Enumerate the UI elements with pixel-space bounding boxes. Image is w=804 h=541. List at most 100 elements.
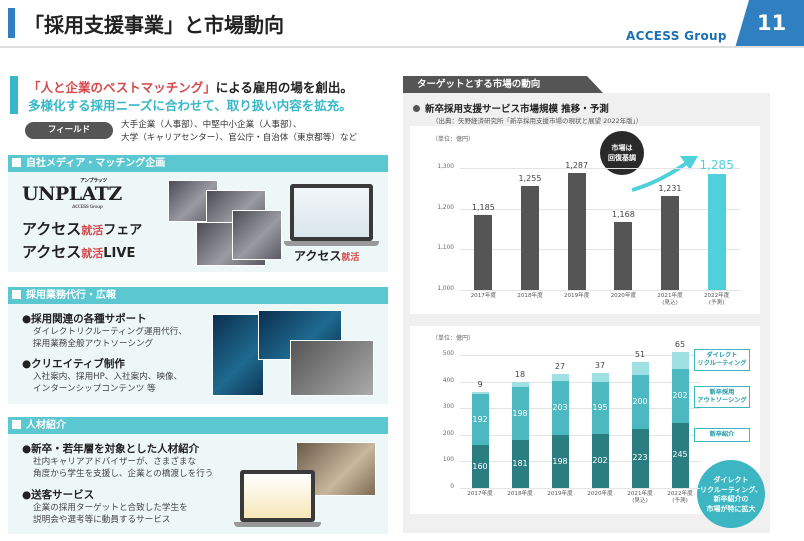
bubble-growth-4: 市場が特に拡大 <box>706 504 756 513</box>
page-number: 11 <box>757 11 787 35</box>
gridline <box>460 381 700 383</box>
x-tick-label: 2017年度 <box>467 491 493 497</box>
bar <box>661 196 679 290</box>
market-tab: ターゲットとする市場の動向 <box>403 76 603 93</box>
legend-label: 新卒採用 アウトソーシング <box>694 386 750 408</box>
lead-quote: 「人と企業のベストマッチング」 <box>28 80 216 95</box>
y-tick-label: 200 <box>442 430 454 437</box>
fair-main: アクセス <box>22 220 82 238</box>
y-tick-label: 1,200 <box>437 204 454 211</box>
y-tick-label: 1,000 <box>437 286 454 292</box>
x-tick-label: 2019年度 <box>547 491 573 497</box>
segment-label: 160 <box>472 461 488 471</box>
segment-label: 223 <box>632 453 648 463</box>
x-tick-label: 2017年度 <box>470 293 497 299</box>
field-badge: フィールド <box>25 122 113 139</box>
square-icon <box>12 290 21 299</box>
fair-red: 就活 <box>81 224 104 237</box>
segment-label: 9 <box>477 379 483 389</box>
gridline <box>460 290 740 291</box>
bar <box>707 174 726 290</box>
segment-label: 202 <box>672 390 688 400</box>
laptop-base-2 <box>234 522 321 527</box>
data-label: 1,168 <box>611 209 635 219</box>
recruit-sub-1a: ダイレクトリクルーティング運用代行、 <box>33 327 187 337</box>
recruit-sub-1b: 採用業務全般アウトソーシング <box>33 339 154 349</box>
recruit-bullet-2: ●クリエイティブ制作 <box>22 358 125 370</box>
y-tick-label: 1,300 <box>437 164 454 170</box>
lead-accent-bar <box>10 76 18 114</box>
section-media-title: 自社メディア・マッチング企画 <box>26 158 166 169</box>
placement-sub-1b: 角度から学生を支援し、企業との橋渡しを行う <box>33 469 214 479</box>
segment-label: 37 <box>594 360 606 370</box>
placement-bullet-1: ●新卒・若年層を対象とした人材紹介 <box>22 443 200 455</box>
stacked-segment <box>551 374 569 382</box>
field-text: 大手企業（人事部）、中堅中小企業（人事部）、 大学（キャリアセンター）、官公庁・自… <box>121 119 357 145</box>
placement-sub-1a: 社内キャリアアドバイザーが、さまざまな <box>33 457 197 467</box>
header: 「採用支援事業」と市場動向 ACCESS Group 11 <box>0 0 804 48</box>
section-media-header: 自社メディア・マッチング企画 <box>8 155 388 172</box>
access-fair-logo: アクセス就活フェア <box>22 218 142 239</box>
laptop-image-2 <box>234 470 321 527</box>
section-placement-header: 人材紹介 <box>8 417 388 434</box>
chart-2-unit: （単位：億円） <box>432 335 475 342</box>
legend-label: 新卒紹介 <box>694 428 750 442</box>
stacked-segment <box>631 361 649 376</box>
segment-label: 18 <box>514 370 526 380</box>
square-icon <box>12 158 21 167</box>
live-main: アクセス <box>22 243 82 261</box>
stacked-segment <box>511 382 529 388</box>
x-tick-label: 2021年度 (見込) <box>627 491 653 504</box>
bubble-growth: ダイレクト リクルーティング、 新卒紹介の 市場が特に拡大 <box>697 460 765 528</box>
laptop-screen <box>294 188 369 237</box>
y-tick-label: 300 <box>442 404 454 411</box>
access-live-logo: アクセス就活LIVE <box>22 241 135 262</box>
recruit-bullet-1: ●採用関連の各種サポート <box>22 313 147 325</box>
section-placement-title: 人材紹介 <box>26 420 66 431</box>
page-title: 「採用支援事業」と市場動向 <box>24 13 284 37</box>
x-tick-label: 2019年度 <box>563 293 590 299</box>
data-label: 1,287 <box>565 161 589 171</box>
unplatz-logo: UNPLATZ アンプラッツ ACCESS Group <box>22 178 122 210</box>
bar <box>614 221 633 290</box>
legend-label: ダイレクト リクルーティング <box>694 349 750 371</box>
segment-label: 202 <box>592 456 608 466</box>
laptop-base <box>284 241 379 246</box>
segment-label: 203 <box>552 403 568 413</box>
placement-sub-2a: 企業の採用ターゲットと合致した学生を <box>33 503 188 513</box>
recruit-sub-2a: 入社案内、採用HP、入社案内、映像、 <box>33 372 183 382</box>
laptop-logo-main: アクセス <box>294 249 342 263</box>
bubble-growth-2: リクルーティング、 <box>700 485 762 494</box>
laptop-logo: アクセス就活 <box>294 247 359 264</box>
data-label: 1,185 <box>471 202 495 212</box>
segment-label: 192 <box>472 414 488 424</box>
y-tick-label: 100 <box>442 457 454 464</box>
segment-label: 181 <box>512 458 528 468</box>
x-tick-label: 2018年度 <box>517 293 543 299</box>
bubble-recovery-2: 回復基調 <box>608 154 636 162</box>
chart-1-unit: （単位：億円） <box>432 136 475 143</box>
x-tick-label: 2021年度 (見込) <box>657 293 683 306</box>
section-recruit-header: 採用業務代行・広報 <box>8 287 388 304</box>
brand-logo: ACCESS Group <box>626 29 727 43</box>
live-red: 就活 <box>81 247 104 260</box>
gridline <box>460 249 740 251</box>
y-tick-label: 1,100 <box>437 245 454 252</box>
chart-title-text: 新卒採用支援サービス市場規模 推移・予測 <box>425 104 609 115</box>
data-label: 1,231 <box>658 184 682 194</box>
segment-label: 51 <box>634 349 646 359</box>
gridline <box>460 488 700 489</box>
bullet-dot-icon <box>413 105 420 112</box>
bar <box>567 173 586 290</box>
gridline <box>460 434 700 436</box>
placement-bullet-2: ●送客サービス <box>22 489 95 501</box>
gridline <box>460 355 700 356</box>
bubble-growth-1: ダイレクト <box>713 476 749 484</box>
bar <box>474 214 493 290</box>
y-tick-label: 500 <box>442 351 454 357</box>
chart-title: 新卒採用支援サービス市場規模 推移・予測 <box>413 101 609 115</box>
unplatz-sub: ACCESS Group <box>72 205 103 210</box>
x-tick-label: 2018年度 <box>507 491 533 497</box>
segment-label: 198 <box>552 456 568 466</box>
section-recruit-title: 採用業務代行・広報 <box>26 290 116 301</box>
